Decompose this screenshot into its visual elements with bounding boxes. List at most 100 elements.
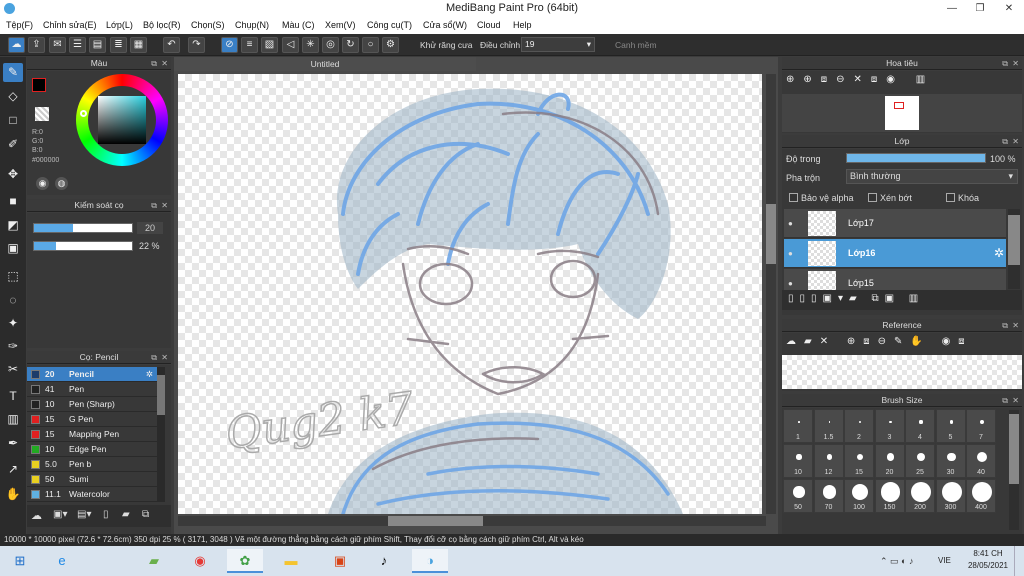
palette-icon[interactable]: ◉ xyxy=(36,177,49,190)
brush-size-cell[interactable]: 1.5 xyxy=(813,409,844,443)
canvas-horizontal-scrollbar[interactable] xyxy=(178,516,766,526)
maximize-button[interactable]: ❐ xyxy=(966,0,994,17)
redo-icon[interactable]: ↷ xyxy=(188,37,205,53)
lasso-tool-icon[interactable]: ◌ xyxy=(3,291,23,310)
brush-size-cell[interactable]: 1 xyxy=(783,409,813,443)
hand-tool-icon[interactable]: ✋ xyxy=(3,485,23,504)
magic-wand-tool-icon[interactable]: ✦ xyxy=(3,314,23,333)
bluestacks-icon[interactable]: ▰ xyxy=(136,549,172,573)
ellipse-snap-icon[interactable]: ○ xyxy=(362,37,379,53)
menu-filter[interactable]: Bộ lọc(R) xyxy=(143,20,181,30)
layer-toolbar[interactable]: ▯▯▯▣▾▰ ⧉▣ ▥ xyxy=(782,290,1022,310)
dot-tool-icon[interactable]: ✐ xyxy=(3,135,23,154)
brush-size-cell[interactable]: 50 xyxy=(783,479,813,513)
brush-size-cell[interactable]: 70 xyxy=(813,479,844,513)
visibility-icon[interactable]: ● xyxy=(788,209,793,238)
canvas-vertical-scrollbar[interactable] xyxy=(766,74,776,514)
chat-icon[interactable]: ☰ xyxy=(69,37,86,53)
blend-select[interactable]: Bình thường ▾ xyxy=(846,169,1018,184)
select-eraser-tool-icon[interactable]: ✂ xyxy=(3,360,23,379)
brush-size-cell[interactable]: 400 xyxy=(966,479,996,513)
palette-add-icon[interactable]: ◍ xyxy=(55,177,68,190)
internet-explorer-icon[interactable]: e xyxy=(44,549,80,573)
medibang-taskbar-icon[interactable]: ◑ xyxy=(412,549,448,573)
cross-snap-icon[interactable]: ▧ xyxy=(261,37,278,53)
brush-settings-icon[interactable]: ▤▾ xyxy=(77,509,91,520)
transparent-swatch[interactable] xyxy=(35,107,49,121)
brush-size-cell[interactable]: 4 xyxy=(905,409,935,443)
brush-size-cell[interactable]: 40 xyxy=(966,444,996,478)
tiktok-icon[interactable]: ♪ xyxy=(366,549,402,573)
brush-size-cell[interactable]: 30 xyxy=(935,444,966,478)
brush-item[interactable]: 10 Pen (Sharp) xyxy=(27,397,157,412)
minimize-button[interactable]: — xyxy=(938,0,966,17)
menu-cloud[interactable]: Cloud xyxy=(477,20,501,30)
close-icon[interactable]: ✕ xyxy=(1012,135,1019,148)
popout-icon[interactable]: ⧉ xyxy=(151,199,157,212)
popout-icon[interactable]: ⧉ xyxy=(151,351,157,364)
cloud-icon[interactable]: ☁ xyxy=(8,37,25,53)
clipping-checkbox[interactable] xyxy=(868,193,877,202)
document-icon[interactable]: ▤ xyxy=(89,37,106,53)
language-indicator[interactable]: VIE xyxy=(938,556,951,565)
eraser-tool-icon[interactable]: ◇ xyxy=(3,87,23,106)
undo-icon[interactable]: ↶ xyxy=(163,37,180,53)
brush-size-cell[interactable]: 20 xyxy=(874,444,905,478)
brush-size-cell[interactable]: 25 xyxy=(905,444,935,478)
brush-size-cell[interactable]: 2 xyxy=(844,409,874,443)
clock-date[interactable]: 28/05/2021 xyxy=(962,561,1014,570)
vanishing-snap-icon[interactable]: ◁ xyxy=(282,37,299,53)
menu-layer[interactable]: Lớp(L) xyxy=(106,20,133,30)
settings-icon[interactable]: ⚙ xyxy=(382,37,399,53)
select-pen-tool-icon[interactable]: ✑ xyxy=(3,337,23,356)
close-button[interactable]: ✕ xyxy=(994,0,1024,17)
layer-row[interactable]: ● Lớp17 xyxy=(784,209,1006,238)
close-icon[interactable]: ✕ xyxy=(161,57,168,70)
brush-size-cell[interactable]: 3 xyxy=(874,409,905,443)
layer-row[interactable]: ● Lớp16 ✲ xyxy=(784,239,1006,268)
navigator-thumbnail[interactable] xyxy=(885,96,919,130)
hue-marker[interactable] xyxy=(80,110,87,117)
text-tool-icon[interactable]: T xyxy=(3,387,23,406)
menu-tools[interactable]: Công cụ(T) xyxy=(367,20,412,30)
powerpoint-icon[interactable]: ▣ xyxy=(322,549,358,573)
popout-icon[interactable]: ⧉ xyxy=(1002,57,1008,70)
close-icon[interactable]: ✕ xyxy=(1012,394,1019,407)
visibility-icon[interactable]: ● xyxy=(788,239,793,268)
brush-item[interactable]: 20 Pencil ✲ xyxy=(27,367,157,382)
brush-item[interactable]: 11.1 Watercolor xyxy=(27,487,157,502)
panel-divide-tool-icon[interactable]: ▥ xyxy=(3,410,23,429)
brush-item[interactable]: 5.0 Pen b xyxy=(27,457,157,472)
brush-size-slider[interactable] xyxy=(33,223,133,233)
brush-size-cell[interactable]: 150 xyxy=(874,479,905,513)
eyedropper-tool-icon[interactable]: ✒ xyxy=(3,434,23,453)
brush-list-scrollbar[interactable] xyxy=(157,367,165,502)
popout-icon[interactable]: ⧉ xyxy=(151,57,157,70)
brush-size-cell[interactable]: 100 xyxy=(844,479,874,513)
saturation-square[interactable] xyxy=(98,96,146,144)
hue-wheel[interactable] xyxy=(76,74,168,166)
navigator-tools[interactable]: ⊕⊕⧈⊖✕⧈◉ ▥ xyxy=(786,74,934,85)
adjust-select[interactable]: 19 ▾ xyxy=(521,37,595,52)
close-icon[interactable]: ✕ xyxy=(1012,57,1019,70)
brush-opacity-slider[interactable] xyxy=(33,241,133,251)
menu-file[interactable]: Tệp(F) xyxy=(6,20,33,30)
share-icon[interactable]: ⇪ xyxy=(28,37,45,53)
brush-item[interactable]: 41 Pen xyxy=(27,382,157,397)
menu-help[interactable]: Help xyxy=(513,20,532,30)
menu-color[interactable]: Màu (C) xyxy=(282,20,315,30)
brush-add-icon[interactable]: ▣▾ xyxy=(53,509,67,520)
brush-item[interactable]: 50 Sumi xyxy=(27,472,157,487)
list-icon[interactable]: ≣ xyxy=(110,37,127,53)
gear-icon[interactable]: ✲ xyxy=(994,239,1004,268)
tutorial-app-icon[interactable]: ✿ xyxy=(227,549,263,573)
popout-icon[interactable]: ⧉ xyxy=(1002,394,1008,407)
pick-tool-icon[interactable]: ↗ xyxy=(3,460,23,479)
file-explorer-icon[interactable]: ▬ xyxy=(273,549,309,573)
brush-item[interactable]: 15 Mapping Pen xyxy=(27,427,157,442)
gear-icon[interactable]: ✲ xyxy=(146,367,153,382)
reference-canvas[interactable] xyxy=(782,355,1022,389)
move-tool-icon[interactable]: ✥ xyxy=(3,165,23,184)
popout-icon[interactable]: ⧉ xyxy=(1002,135,1008,148)
show-desktop-button[interactable] xyxy=(1014,546,1024,576)
